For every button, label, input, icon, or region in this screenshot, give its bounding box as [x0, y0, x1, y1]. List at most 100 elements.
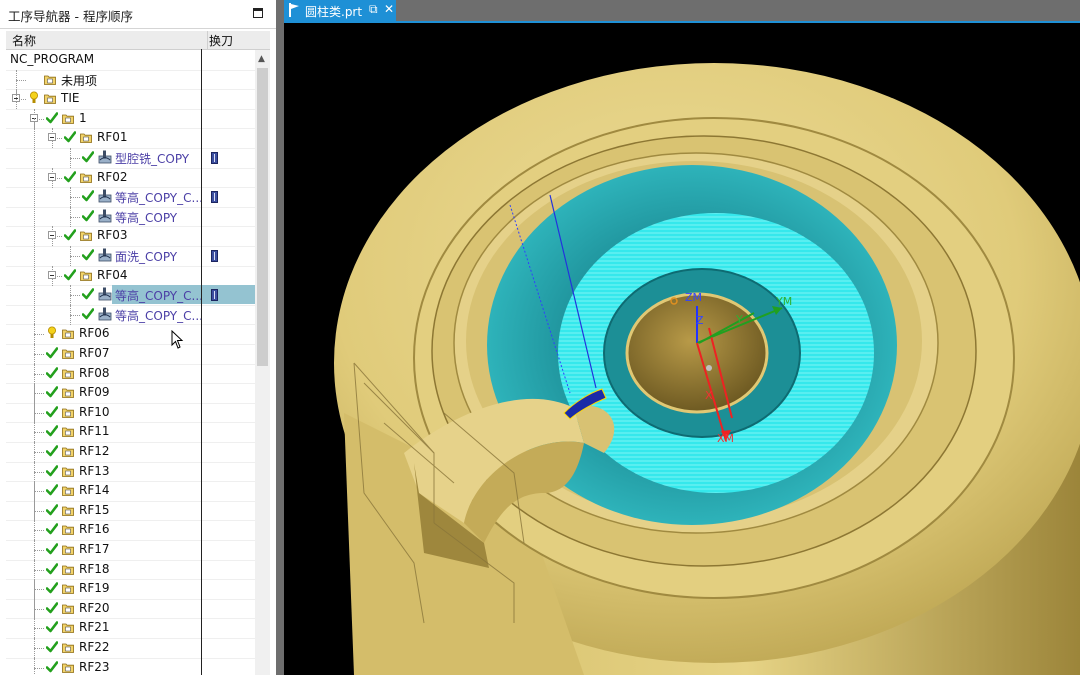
maximize-icon[interactable] — [253, 8, 263, 18]
program-group-label: TIE — [61, 91, 80, 106]
tree-connector-line — [34, 491, 44, 493]
tree-connector-line — [34, 373, 44, 375]
popout-icon[interactable]: ⧉ — [369, 2, 378, 17]
program-group-row[interactable]: RF03 — [6, 226, 255, 247]
operation-row[interactable]: 面洗_COPY — [6, 246, 255, 267]
tree-connector-line — [16, 79, 26, 81]
program-group-row[interactable]: 未用项 — [6, 69, 255, 91]
program-group-row[interactable]: RF22 — [6, 638, 255, 659]
milling-operation-icon — [98, 209, 112, 223]
program-group-folder-icon — [62, 329, 74, 340]
program-group-row[interactable]: RF07 — [6, 344, 255, 365]
program-group-row[interactable]: RF17 — [6, 540, 255, 561]
program-group-label: RF20 — [79, 600, 110, 615]
program-group-row[interactable]: RF01 — [6, 128, 255, 149]
status-complete-check-icon — [46, 425, 58, 437]
operation-row[interactable]: 等高_COPY — [6, 206, 255, 228]
tree-connector-line — [34, 530, 44, 532]
tree-connector-line — [70, 206, 71, 227]
operation-row[interactable]: 型腔铣_COPY — [6, 148, 255, 169]
scroll-up-arrow-icon[interactable]: ▲ — [258, 54, 265, 64]
column-separator-line — [201, 49, 202, 675]
program-group-folder-icon — [80, 133, 92, 144]
tree-connector-line — [34, 471, 44, 473]
tree-connector-line — [70, 216, 80, 218]
program-group-label: 1 — [79, 110, 87, 125]
operation-row[interactable]: 等高_COPY_C... — [6, 304, 255, 326]
program-group-row[interactable]: RF23 — [6, 657, 255, 675]
program-group-folder-icon — [62, 114, 74, 124]
collapse-toggle-icon[interactable] — [48, 270, 56, 279]
program-group-row[interactable]: RF08 — [6, 363, 255, 385]
program-group-folder-icon — [62, 506, 74, 516]
program-group-folder-icon — [62, 408, 74, 418]
ym-axis-label: YM — [775, 295, 792, 308]
program-group-label: RF13 — [79, 463, 110, 478]
program-group-row[interactable]: RF09 — [6, 383, 255, 404]
program-group-row[interactable]: RF16 — [6, 520, 255, 541]
program-group-row[interactable]: RF04 — [6, 265, 255, 287]
column-name-header[interactable]: 名称 — [12, 32, 36, 49]
program-group-row[interactable]: 1 — [6, 108, 255, 130]
program-group-folder-icon — [62, 427, 74, 438]
collapse-toggle-icon[interactable] — [48, 172, 56, 181]
program-group-label: RF10 — [79, 404, 110, 419]
program-group-row[interactable]: RF14 — [6, 481, 255, 502]
column-tool-change-header[interactable]: 换刀 — [209, 32, 233, 49]
tree-scrollbar[interactable]: ▲ — [255, 50, 270, 675]
operation-label: 面洗_COPY — [115, 250, 178, 264]
column-divider[interactable] — [207, 31, 208, 49]
program-group-label: RF08 — [79, 365, 110, 380]
program-group-label: RF21 — [79, 620, 110, 635]
status-complete-check-icon — [46, 641, 58, 653]
program-group-label: RF18 — [79, 561, 110, 576]
operation-row[interactable]: 等高_COPY_C... — [6, 285, 255, 306]
program-group-row[interactable]: TIE — [6, 89, 255, 110]
tree-connector-line — [16, 70, 17, 100]
program-group-folder-icon — [62, 525, 74, 536]
program-group-row[interactable]: RF20 — [6, 598, 255, 620]
program-group-row[interactable]: RF10 — [6, 402, 255, 424]
program-group-folder-icon — [62, 604, 74, 614]
tree-connector-line — [70, 256, 80, 257]
program-group-row[interactable]: RF02 — [6, 167, 255, 189]
navigator-title-bar: 工序导航器 - 程序顺序 — [0, 0, 276, 29]
program-group-label: RF07 — [79, 346, 110, 360]
collapse-toggle-icon[interactable] — [48, 133, 56, 142]
milling-operation-icon — [98, 150, 112, 164]
3d-viewport[interactable]: ZM YM XM Z Y X — [284, 23, 1080, 675]
part-file-tab[interactable]: 圆柱类.prt ⧉ ✕ — [284, 0, 396, 22]
program-group-row[interactable]: RF13 — [6, 461, 255, 483]
status-complete-check-icon — [82, 288, 94, 300]
program-group-label: 未用项 — [61, 73, 98, 88]
program-group-label: RF19 — [79, 581, 110, 596]
program-group-row[interactable]: RF21 — [6, 618, 255, 639]
program-group-row[interactable]: RF19 — [6, 579, 255, 600]
program-group-row[interactable]: RF15 — [6, 500, 255, 522]
program-group-label: RF15 — [79, 502, 110, 517]
tree-connector-line — [34, 354, 44, 355]
program-group-row[interactable]: RF12 — [6, 442, 255, 463]
operation-row[interactable]: 等高_COPY_C... — [6, 187, 255, 208]
tree-root-row[interactable]: NC_PROGRAM — [6, 50, 255, 71]
part-model-render[interactable]: ZM YM XM Z Y X — [284, 23, 1080, 675]
tree-connector-line — [34, 569, 44, 571]
program-group-label: RF04 — [97, 267, 128, 282]
program-group-row[interactable]: RF06 — [6, 324, 255, 345]
tree-connector-line — [34, 550, 44, 551]
program-group-folder-icon — [62, 565, 74, 575]
x-axis-label: X — [705, 389, 713, 402]
tool-change-icon — [211, 152, 218, 164]
tree-connector-line — [70, 187, 71, 208]
y-axis-label: Y — [735, 313, 743, 326]
program-group-row[interactable]: RF18 — [6, 559, 255, 581]
operation-label: 等高_COPY_C... — [115, 308, 203, 323]
collapse-toggle-icon[interactable] — [48, 231, 56, 240]
status-complete-check-icon — [82, 307, 94, 320]
scrollbar-thumb[interactable] — [257, 68, 268, 366]
status-complete-check-icon — [46, 660, 58, 672]
program-group-row[interactable]: RF11 — [6, 422, 255, 443]
program-group-folder-icon — [62, 584, 74, 595]
tree-connector-line — [70, 246, 71, 266]
close-tab-icon[interactable]: ✕ — [384, 2, 394, 16]
